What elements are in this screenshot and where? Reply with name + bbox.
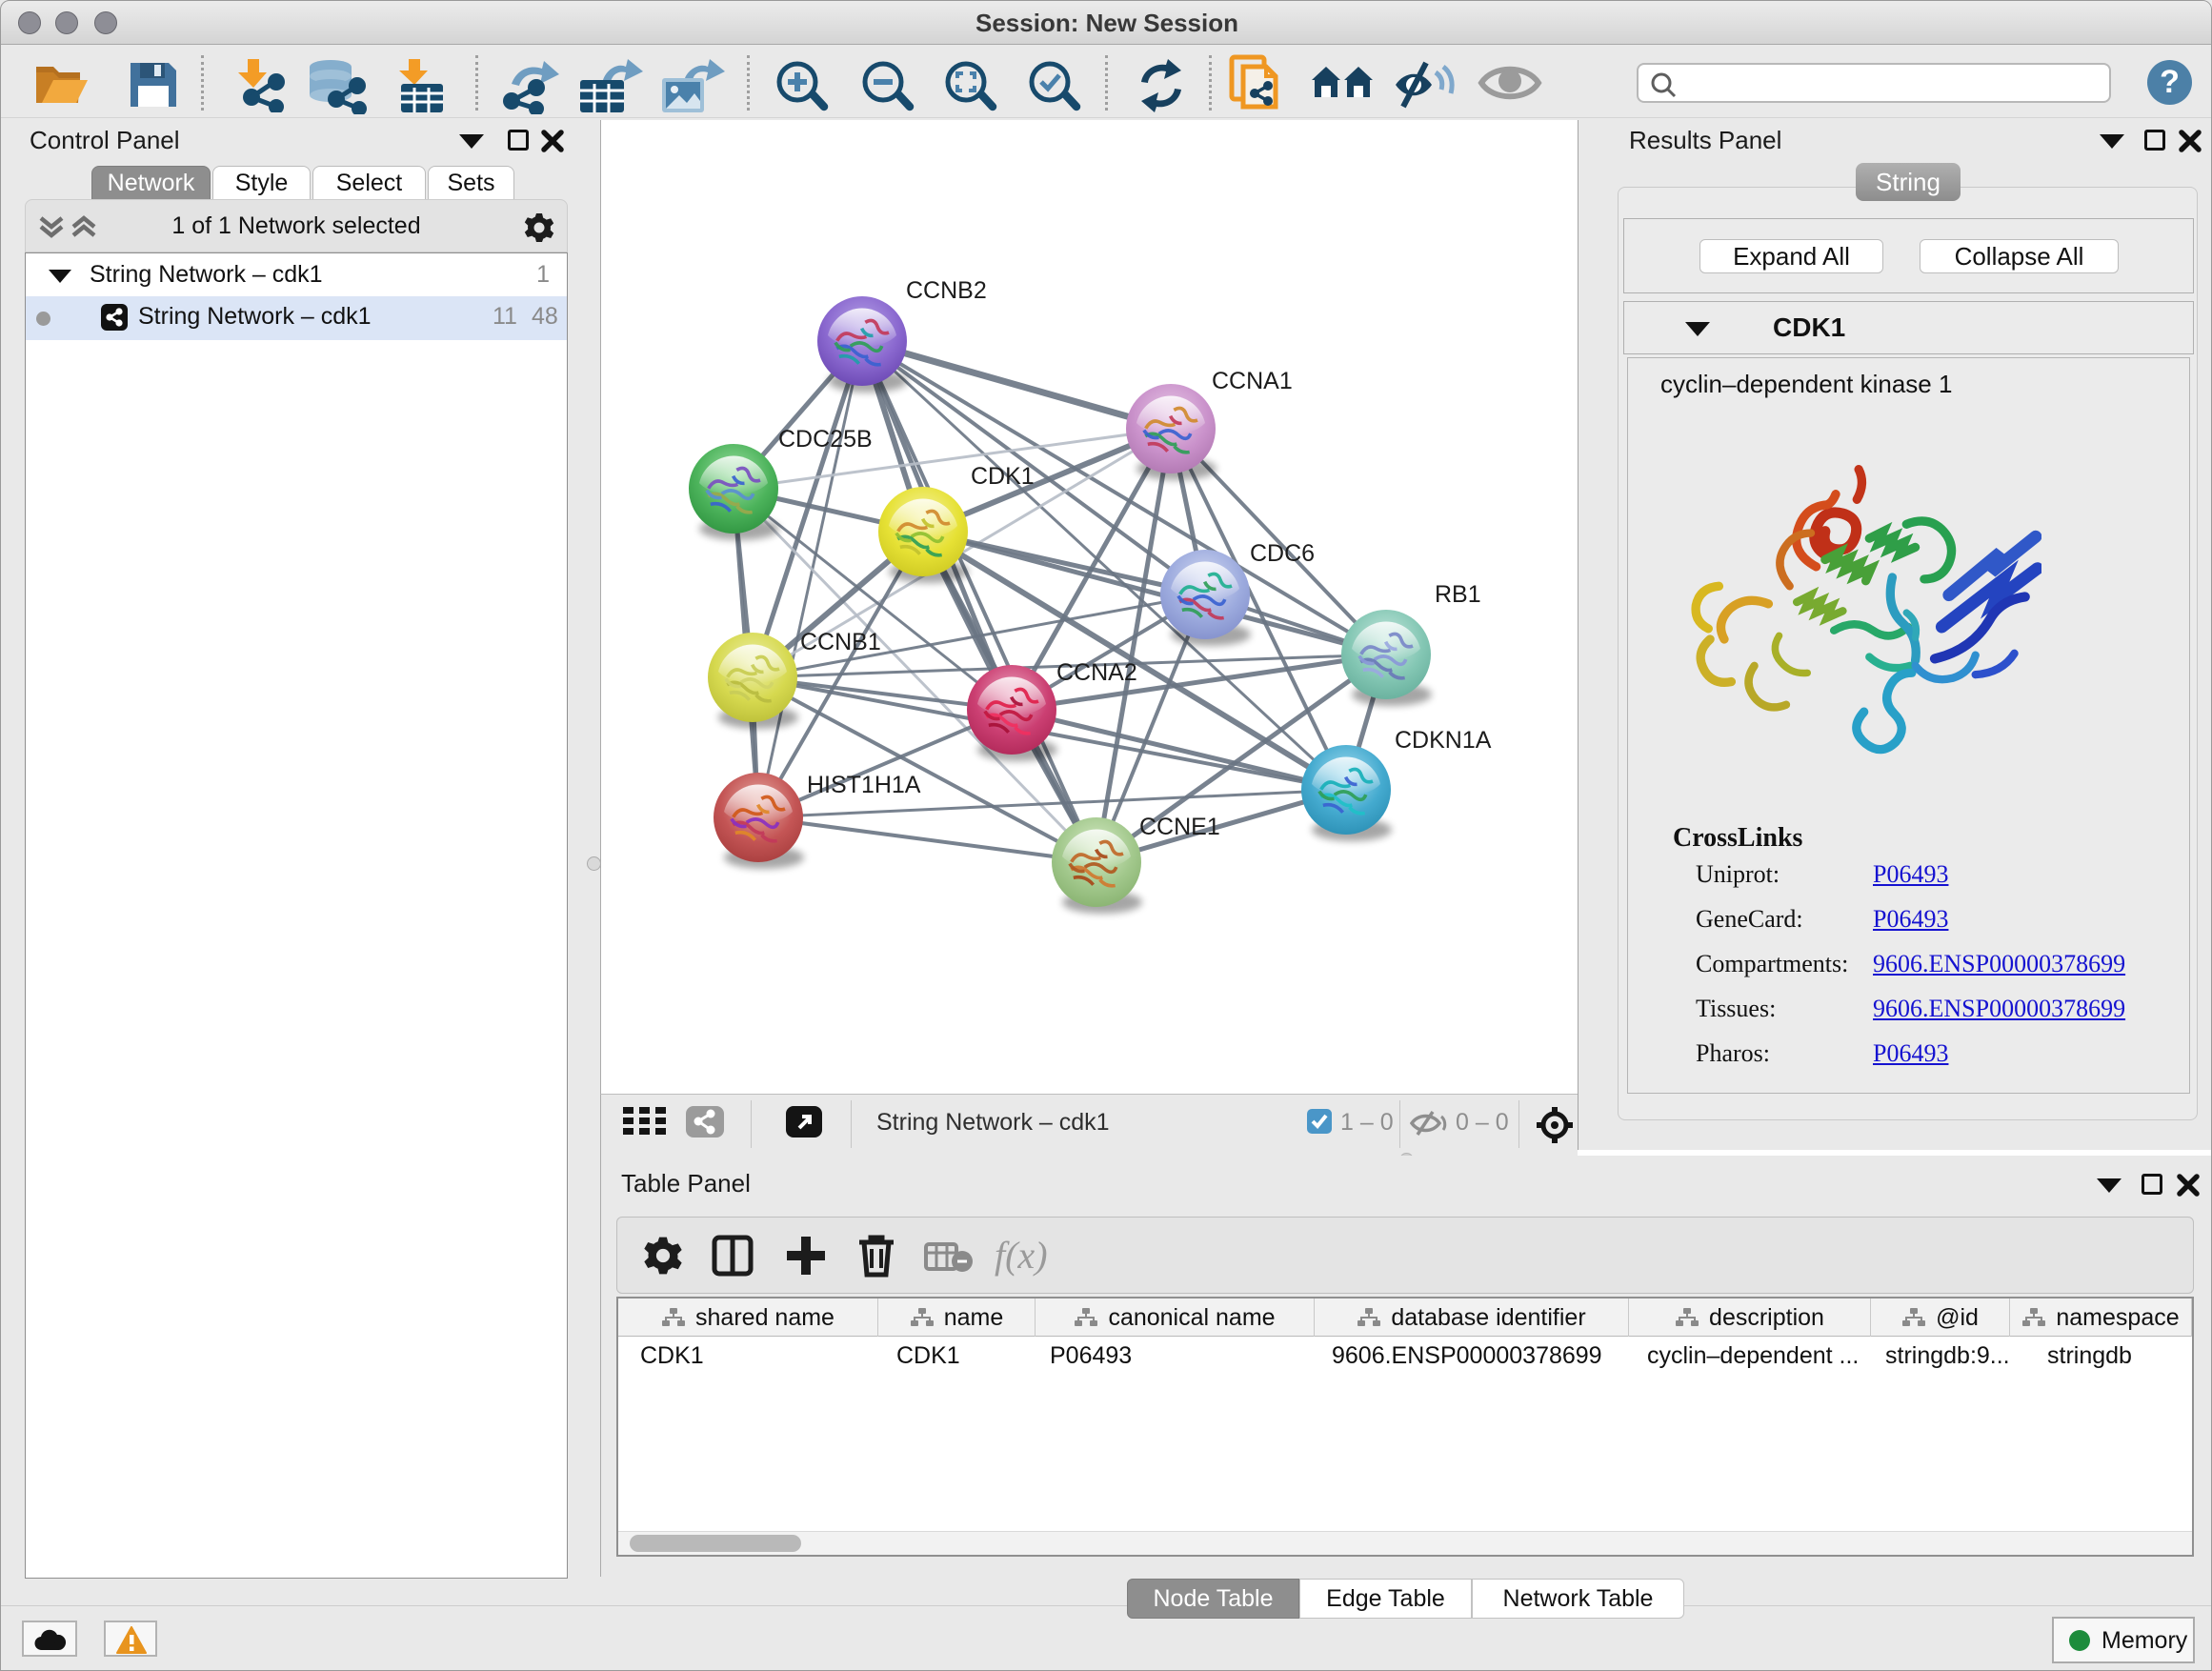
svg-text:CCNB2: CCNB2 (906, 277, 987, 304)
svg-text:CDC6: CDC6 (1250, 540, 1315, 567)
svg-text:CCNE1: CCNE1 (1139, 814, 1220, 840)
svg-text:CDKN1A: CDKN1A (1395, 727, 1492, 754)
svg-text:CCNA2: CCNA2 (1056, 659, 1137, 686)
svg-text:RB1: RB1 (1435, 581, 1481, 608)
svg-text:CDC25B: CDC25B (778, 426, 873, 453)
svg-text:CDK1: CDK1 (971, 463, 1035, 490)
svg-text:CCNA1: CCNA1 (1212, 368, 1293, 394)
svg-text:CCNB1: CCNB1 (800, 629, 881, 655)
svg-text:HIST1H1A: HIST1H1A (807, 772, 921, 798)
